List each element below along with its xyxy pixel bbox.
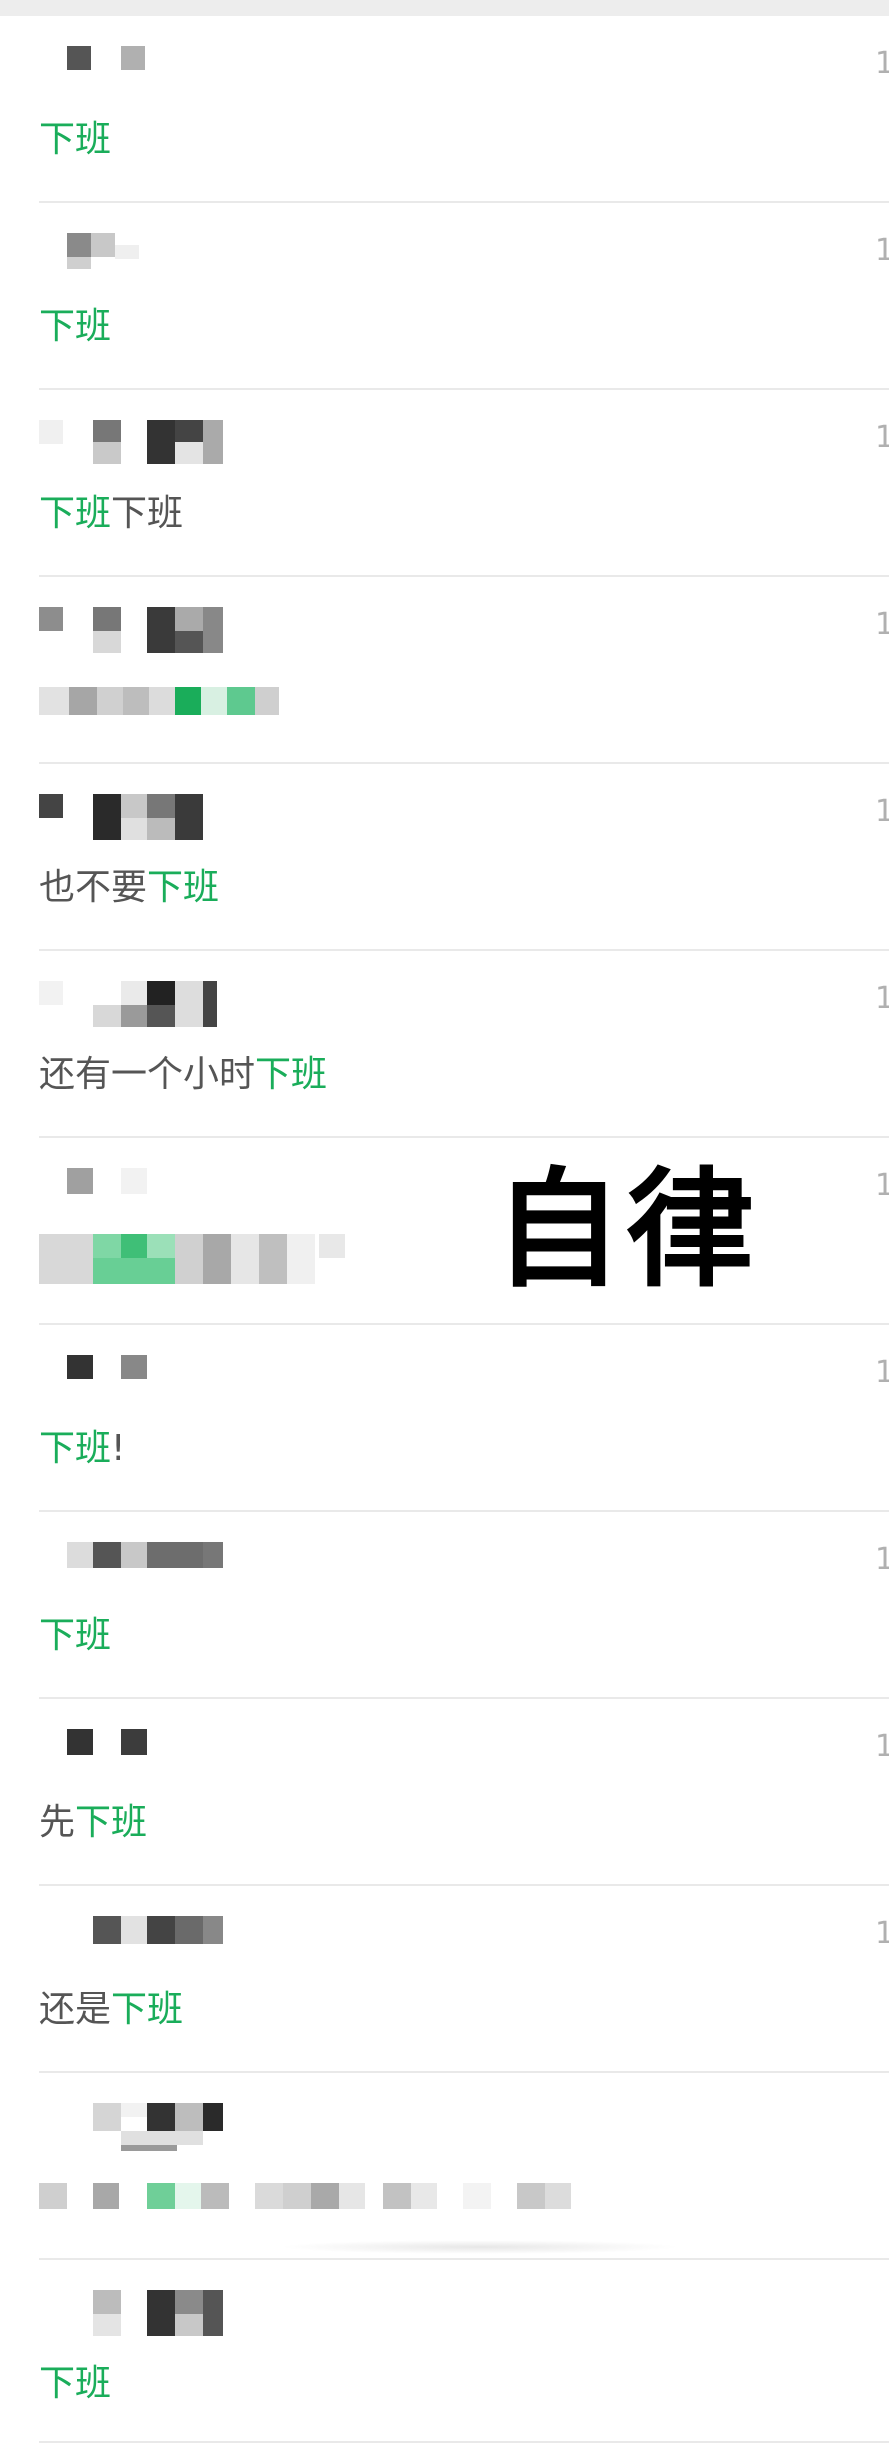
timestamp: 1 <box>875 46 889 81</box>
timestamp: 1 <box>875 233 889 268</box>
pixelated-contact-name <box>39 794 239 840</box>
timestamp: 1 <box>875 1542 889 1577</box>
message-preview: 先下班 <box>39 1802 148 1843</box>
pixelated-contact-name <box>39 981 239 1027</box>
message-preview: 下班下班 <box>39 493 184 534</box>
timestamp: 1 <box>875 607 889 642</box>
timestamp: 1 <box>875 794 889 829</box>
pixelated-contact-name <box>39 420 239 466</box>
chat-list-item[interactable]: 还是下班 1 <box>0 1886 889 2073</box>
pixelated-contact-name <box>39 607 239 653</box>
chat-list-item[interactable]: 下班 1 <box>0 16 889 203</box>
chat-list-item[interactable]: 还有一个小时下班 1 <box>0 951 889 1138</box>
timestamp: 1 <box>875 1729 889 1764</box>
pixelated-contact-name <box>39 2103 239 2151</box>
chat-list-item[interactable]: 下班下班 1 <box>0 390 889 577</box>
message-preview: 还是下班 <box>39 1989 184 2030</box>
chat-list-item[interactable] <box>0 2073 889 2260</box>
timestamp: 1 <box>875 420 889 455</box>
chat-list-item[interactable]: 1 <box>0 577 889 764</box>
pixelated-contact-name <box>39 1168 239 1214</box>
overlay-caption: 自律 <box>494 1156 759 1305</box>
message-preview: 还有一个小时下班 <box>39 1054 328 1095</box>
chat-list-item[interactable]: 下班 <box>0 2260 889 2443</box>
obscured-message-preview <box>39 2179 599 2213</box>
timestamp: 1 <box>875 1168 889 1203</box>
chat-list-item[interactable]: 也不要下班 1 <box>0 764 889 951</box>
pixelated-contact-name <box>39 1729 239 1775</box>
pixelated-contact-name <box>39 1916 239 1962</box>
pixelated-contact-name <box>39 233 239 279</box>
chat-list-item[interactable]: 下班! 1 <box>0 1325 889 1512</box>
timestamp: 1 <box>875 1355 889 1390</box>
pixelated-contact-name <box>39 1355 239 1401</box>
pixelated-contact-name <box>39 46 239 92</box>
message-preview: 下班 <box>39 1615 112 1656</box>
chat-list-item[interactable]: 下班 1 <box>0 203 889 390</box>
chat-search-results-screen: 下班 1 下班 1 下班下班 1 1 也不要下班 1 还有一个小时下班 1 1 … <box>0 0 889 2443</box>
message-preview: 下班 <box>39 119 112 160</box>
chat-list-item[interactable]: 下班 1 <box>0 1512 889 1699</box>
smudge-artifact <box>280 2240 680 2254</box>
chat-list-item[interactable]: 先下班 1 <box>0 1699 889 1886</box>
pixelated-contact-name <box>39 1542 239 1588</box>
message-preview: 也不要下班 <box>39 867 220 908</box>
message-preview: 下班 <box>39 2363 112 2404</box>
message-preview: 下班! <box>39 1428 126 1469</box>
obscured-message-preview <box>39 683 599 717</box>
timestamp: 1 <box>875 981 889 1016</box>
pixelated-contact-name <box>39 2290 239 2336</box>
message-preview: 下班 <box>39 306 112 347</box>
top-status-strip <box>0 0 889 16</box>
timestamp: 1 <box>875 1916 889 1951</box>
